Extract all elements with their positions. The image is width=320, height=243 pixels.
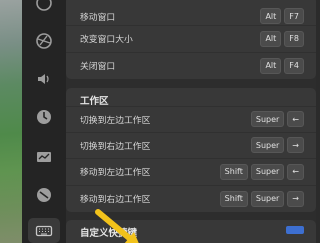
key-cap: Super <box>250 137 285 154</box>
key-cap: F4 <box>284 57 304 74</box>
shortcut-label: 关闭窗口 <box>80 62 116 73</box>
settings-top-icon[interactable] <box>35 0 53 12</box>
keyboard-icon[interactable] <box>35 222 53 240</box>
network-icon[interactable] <box>35 32 53 50</box>
shortcut-row-resize-window[interactable]: 改变窗口大小 Alt F8 <box>66 26 316 53</box>
shortcut-row-switch-right-workspace[interactable]: 切换到右边工作区 Super → <box>66 133 316 159</box>
shortcut-row-move-to-left-workspace[interactable]: 移动到左边工作区 Shift Super ← <box>66 159 316 186</box>
power-icon[interactable] <box>35 108 53 126</box>
key-cap: ← <box>287 163 304 180</box>
shortcut-label: 移动到右边工作区 <box>80 195 151 206</box>
shortcut-row-move-window[interactable]: 移动窗口 Alt F7 <box>66 0 316 26</box>
key-cap: Shift <box>219 163 248 180</box>
display-icon[interactable] <box>35 148 53 166</box>
key-cap: F7 <box>284 8 304 24</box>
key-cap: → <box>287 190 304 207</box>
workspace-shortcuts-group: 工作区 切换到左边工作区 Super ← 切换到右边工作区 Super → 移动… <box>66 88 316 212</box>
key-cap: Super <box>250 190 285 207</box>
sound-icon[interactable] <box>35 70 53 88</box>
shortcut-label: 移动窗口 <box>80 13 116 23</box>
window-shortcuts-group: 移动窗口 Alt F7 改变窗口大小 Alt F8 关闭窗口 Alt F4 <box>66 0 316 79</box>
shortcut-label: 改变窗口大小 <box>80 35 133 46</box>
settings-sidebar <box>22 0 66 243</box>
add-custom-shortcut-button[interactable] <box>286 226 304 234</box>
key-cap: Super <box>250 163 285 180</box>
shortcut-label: 切换到左边工作区 <box>80 115 151 126</box>
group-title: 工作区 <box>80 96 109 107</box>
shortcut-label: 切换到右边工作区 <box>80 141 151 152</box>
key-cap: Alt <box>260 30 282 47</box>
annotation-arrow-icon <box>95 209 139 243</box>
desktop-wallpaper <box>0 0 22 243</box>
key-cap: ← <box>287 111 304 128</box>
key-cap: F8 <box>284 30 304 47</box>
key-cap: Shift <box>219 190 248 207</box>
key-cap: Alt <box>260 57 282 74</box>
shortcut-row-switch-left-workspace[interactable]: 切换到左边工作区 Super ← <box>66 106 316 133</box>
key-cap: → <box>287 137 304 154</box>
shortcut-label: 移动到左边工作区 <box>80 168 151 179</box>
key-cap: Super <box>250 111 285 128</box>
key-cap: Alt <box>260 8 282 24</box>
shortcut-row-close-window[interactable]: 关闭窗口 Alt F4 <box>66 53 316 80</box>
mouse-icon[interactable] <box>35 186 53 204</box>
keyboard-shortcuts-panel: 移动窗口 Alt F7 改变窗口大小 Alt F8 关闭窗口 Alt F4 工作… <box>66 0 316 243</box>
